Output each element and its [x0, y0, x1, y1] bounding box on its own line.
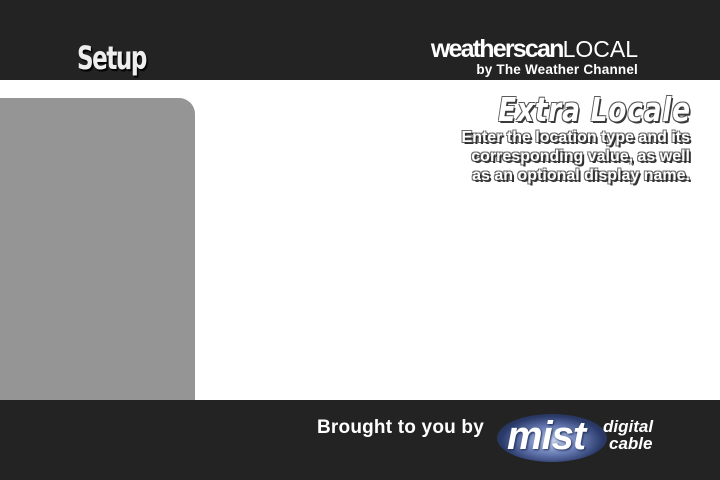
brand-name-light: LOCAL [562, 36, 638, 62]
sponsor-text: Brought to you by [317, 417, 484, 438]
section-description: Enter the location type and its correspo… [370, 128, 690, 185]
description-line: corresponding value, as well [471, 148, 690, 165]
sponsor-logo-word: mist [507, 414, 586, 458]
brand-tagline: by The Weather Channel [476, 62, 638, 77]
brand-wordmark: weatherscanLOCAL [418, 36, 638, 62]
sponsor-logo: mist digital cable [497, 408, 667, 466]
footer-bar: Brought to you by mist digital cable [0, 400, 720, 480]
setup-screen: Setup weatherscanLOCAL by The Weather Ch… [0, 0, 720, 480]
brand-name-bold: weatherscan [430, 35, 564, 63]
sponsor-logo-line2: cable [609, 434, 653, 453]
description-line: Enter the location type and its [461, 129, 690, 146]
description-line: as an optional display name. [472, 167, 690, 184]
brand-logo: weatherscanLOCAL by The Weather Channel [418, 36, 638, 77]
side-panel [0, 98, 195, 400]
page-title: Setup [77, 39, 147, 77]
header-bar: Setup weatherscanLOCAL by The Weather Ch… [0, 0, 720, 80]
section-heading: Extra Locale [498, 90, 691, 129]
